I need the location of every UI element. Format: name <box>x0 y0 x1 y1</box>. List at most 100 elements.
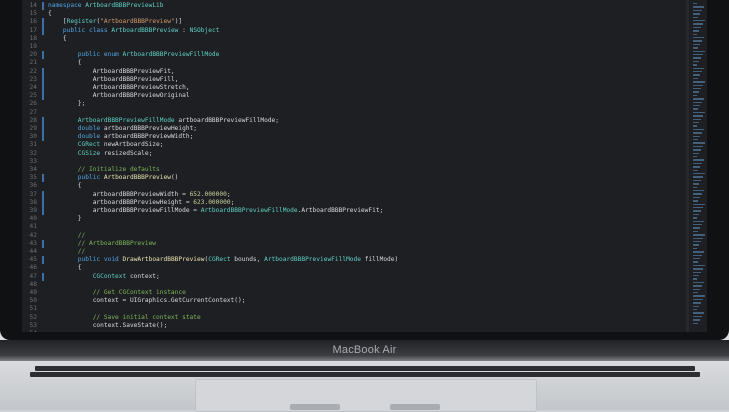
code-line[interactable]: 28 ArtboardBBBPreviewFillMode artboardBB… <box>22 116 687 125</box>
code-token: ArtboardBBBPreviewFillMode <box>48 116 175 124</box>
code-line[interactable]: 26 }; <box>22 100 687 108</box>
code-line[interactable]: 35 public ArtboardBBBPreview() <box>22 174 687 183</box>
code-token: [ <box>48 18 67 26</box>
minimap-line <box>693 40 702 42</box>
code-token: }; <box>48 100 86 108</box>
code-token: ArtboardBBBPreview <box>111 26 179 34</box>
code-line[interactable]: 38 artboardBBBPreviewHeight = 623.000000… <box>22 198 687 207</box>
code-token: CGSize <box>48 149 101 157</box>
minimap-line <box>693 26 701 29</box>
minimap-line <box>693 281 704 284</box>
code-line[interactable]: 17 public class ArtboardBBBPreview : NSO… <box>22 26 687 35</box>
minimap-line <box>693 64 697 66</box>
code-line[interactable]: 52 // Save initial context state <box>22 314 687 322</box>
code-editor[interactable]: 14 namespace ArtboardBBBPreviewLib 15 {16 [… <box>22 0 687 332</box>
minimap-line <box>693 9 702 12</box>
code-text: { <box>48 59 82 67</box>
code-line[interactable]: 50 context = UIGraphics.GetCurrentContex… <box>22 297 687 305</box>
code-line[interactable]: 34 // Initialize defaults <box>22 166 687 174</box>
line-number: 29 <box>29 125 37 132</box>
code-line[interactable]: 40 } <box>22 215 687 223</box>
minimap-line <box>693 20 705 22</box>
code-line[interactable]: 51 <box>22 305 687 313</box>
code-text: { <box>48 264 82 272</box>
line-number: 52 <box>29 313 37 321</box>
line-number: 30 <box>29 133 37 141</box>
code-token: ArtboardBBBPreviewFillMode <box>264 256 361 264</box>
code-line[interactable]: 27 <box>22 109 687 117</box>
code-line[interactable]: 21 { <box>22 59 687 67</box>
minimap-line <box>693 278 697 280</box>
code-token: ArtboardBBBPreviewStretch, <box>48 84 190 91</box>
code-text: double artboardBBBPreviewHeight; <box>48 125 197 133</box>
line-number: 15 <box>29 10 37 18</box>
code-line[interactable]: 44 // <box>22 248 687 256</box>
minimap-line <box>693 193 702 195</box>
line-number: 41 <box>29 223 37 231</box>
code-token: context = UIGraphics.GetCurrentContext()… <box>48 297 246 305</box>
code-token: ArtboardBBBPreviewFill, <box>48 75 179 83</box>
code-line[interactable]: 54 <box>22 330 687 332</box>
code-line[interactable]: 15 { <box>22 10 687 18</box>
editor-scrollbar[interactable] <box>686 0 689 332</box>
code-token: ArtboardBBBPreviewLib <box>85 2 164 9</box>
code-line[interactable]: 41 <box>22 223 687 231</box>
minimap-line <box>693 312 704 314</box>
code-line[interactable]: 42 // <box>22 232 687 240</box>
code-line[interactable]: 43 // ArtboardBBBPreview <box>22 239 687 248</box>
code-token: // <box>48 248 86 255</box>
code-line[interactable]: 20 public enum ArtboardBBBPreviewFillMod… <box>22 51 687 60</box>
code-text: ArtboardBBBPreviewFillMode artboardBBBPr… <box>48 117 279 125</box>
code-text: // Get CGContext instance <box>48 289 186 297</box>
code-line[interactable]: 22 ArtboardBBBPreviewFit, <box>22 67 687 76</box>
code-text: { <box>48 182 82 190</box>
minimap-line <box>693 190 704 192</box>
code-text: CGContext context; <box>48 273 160 281</box>
code-line[interactable]: 48 <box>22 281 687 289</box>
code-line[interactable]: 45 public void DrawArtboardBBBPreview(CG… <box>22 256 687 265</box>
code-line[interactable]: 37 artboardBBBPreviewWidth = 652.000000; <box>22 190 687 199</box>
code-line[interactable]: 53 context.SaveState(); <box>22 322 687 330</box>
line-number: 42 <box>29 231 37 239</box>
code-token: resizedScale; <box>100 149 153 157</box>
minimap-line <box>693 71 702 73</box>
minimap-line <box>693 33 697 35</box>
line-number: 36 <box>29 182 37 190</box>
code-text: ArtboardBBBPreviewStretch, <box>48 84 190 92</box>
code-text: double artboardBBBPreviewWidth; <box>48 133 194 141</box>
line-number: 35 <box>29 174 37 182</box>
code-line[interactable]: 49 // Get CGContext instance <box>22 289 687 297</box>
line-number: 26 <box>29 100 37 108</box>
code-line[interactable]: 19 <box>22 43 687 51</box>
code-text: // <box>48 232 85 240</box>
code-token: newArtboardSize; <box>100 141 164 149</box>
minimap-line <box>693 241 701 243</box>
code-line[interactable]: 46 { <box>22 264 687 272</box>
minimap-line <box>693 108 698 110</box>
code-line[interactable]: 24 ArtboardBBBPreviewStretch, <box>22 84 687 93</box>
minimap-line <box>693 196 700 199</box>
line-number: 46 <box>29 264 37 272</box>
code-token: DrawArtboardBBBPreview <box>122 256 205 264</box>
code-line[interactable]: 31 CGRect newArtboardSize; <box>22 141 687 149</box>
change-marker <box>42 75 44 84</box>
code-line[interactable]: 14 namespace ArtboardBBBPreviewLib <box>22 2 687 11</box>
keyboard-row <box>30 372 700 377</box>
code-line[interactable]: 47 CGContext context; <box>22 272 687 281</box>
code-line[interactable]: 16 [Register("ArtboardBBBPreview")] <box>22 18 687 27</box>
code-minimap[interactable] <box>691 0 705 332</box>
code-line[interactable]: 30 double artboardBBBPreviewWidth; <box>22 133 687 142</box>
code-token: { <box>48 264 82 272</box>
minimap-line <box>693 200 698 202</box>
line-number: 34 <box>29 166 37 173</box>
code-line[interactable]: 32 CGSize resizedScale; <box>22 150 687 158</box>
code-line[interactable]: 29 double artboardBBBPreviewHeight; <box>22 125 687 134</box>
code-line[interactable]: 36 { <box>22 182 687 190</box>
code-line[interactable]: 18 { <box>22 35 687 43</box>
code-line[interactable]: 33 <box>22 158 687 166</box>
code-line[interactable]: 39 artboardBBBPreviewFillMode = Artboard… <box>22 207 687 216</box>
minimap-line <box>693 275 699 277</box>
code-line[interactable]: 23 ArtboardBBBPreviewFill, <box>22 75 687 84</box>
code-line[interactable]: 25 ArtboardBBBPreviewOriginal <box>22 92 687 101</box>
minimap-line <box>693 43 700 46</box>
